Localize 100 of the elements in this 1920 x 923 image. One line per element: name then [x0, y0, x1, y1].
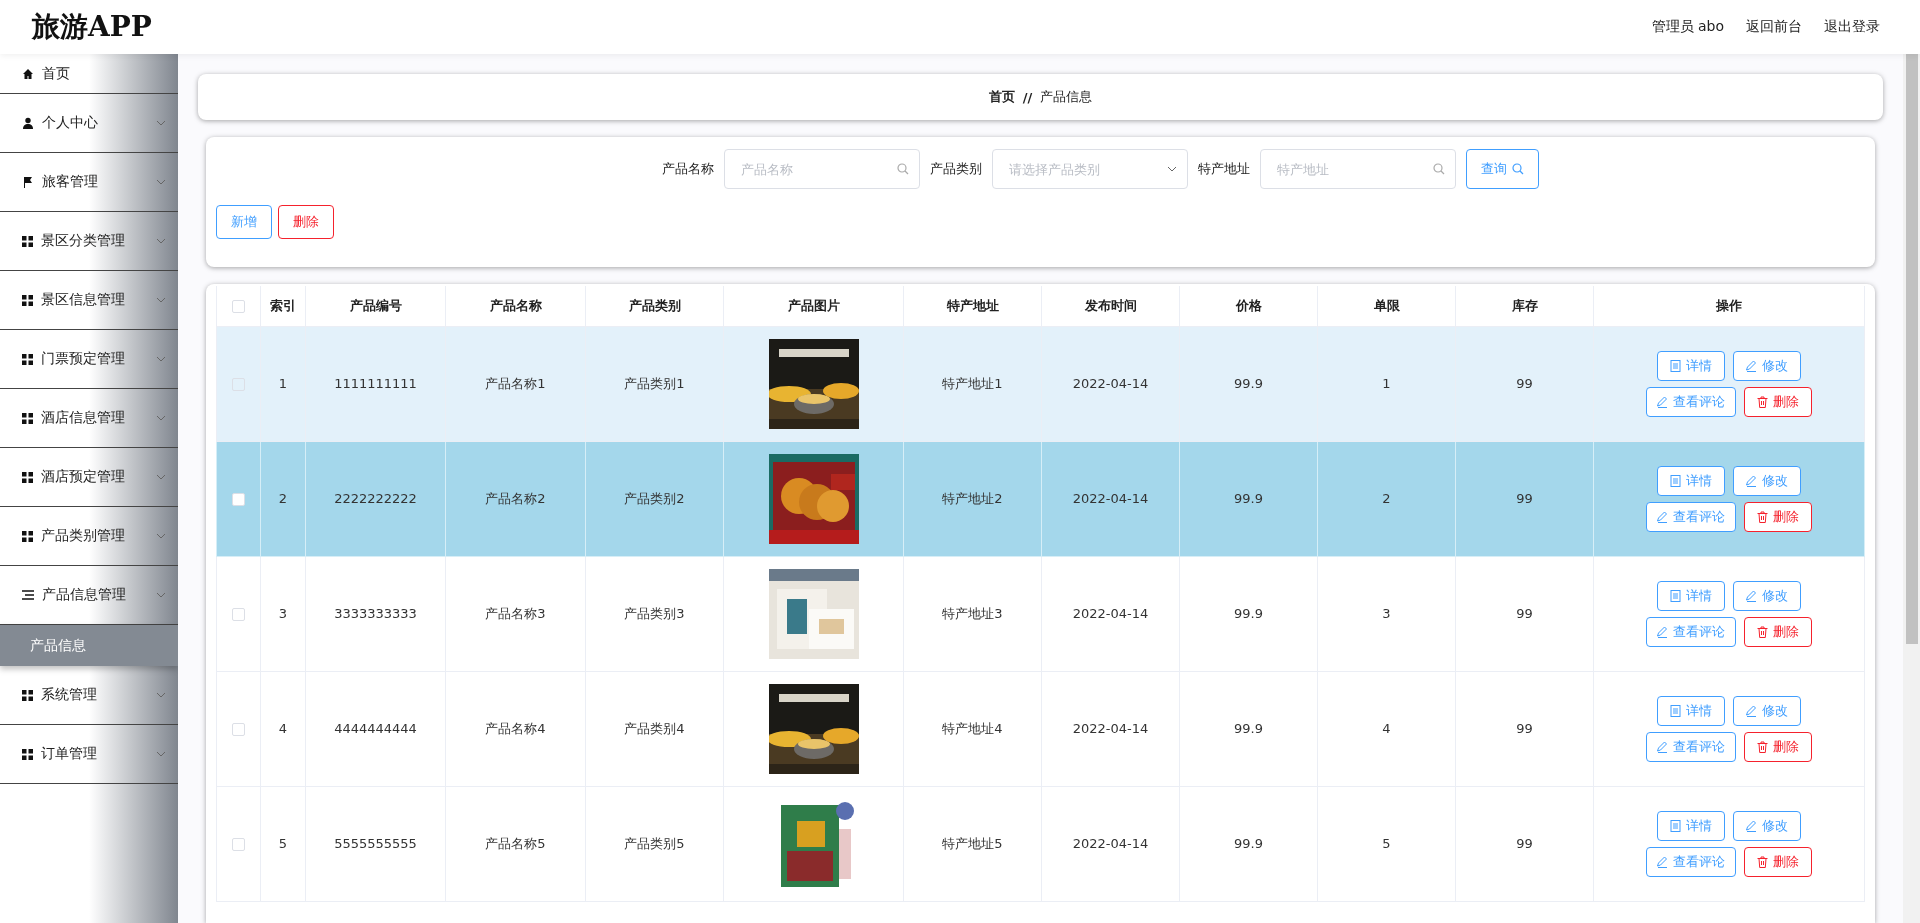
- breadcrumb-item[interactable]: 首页: [988, 88, 1015, 106]
- comments-button[interactable]: 查看评论: [1646, 501, 1736, 532]
- search-field[interactable]: 产品名称: [739, 160, 891, 178]
- category-select[interactable]: 请选择产品类别: [1007, 160, 1161, 178]
- table-cell: 产品名称3: [485, 605, 546, 621]
- document-icon: [1670, 704, 1681, 717]
- table-cell: 2022-04-14: [1072, 606, 1149, 621]
- list-icon: [22, 590, 34, 600]
- delete-button[interactable]: 删除: [1744, 386, 1812, 417]
- search-icon: [1433, 163, 1445, 175]
- checkbox[interactable]: [232, 608, 245, 621]
- details-button[interactable]: 详情: [1657, 695, 1725, 726]
- grid-icon: [22, 748, 33, 760]
- column-header: 发布时间: [1084, 297, 1137, 313]
- chevron-icon: [1167, 166, 1177, 172]
- delete-button[interactable]: 删除: [1744, 501, 1812, 532]
- delete-button[interactable]: 删除: [1744, 846, 1812, 877]
- table-cell: 99.9: [1234, 376, 1263, 391]
- table-row[interactable]: 2 2222222222 产品名称2 产品类别2 特产地址2 2022-04-14 99.9 2 99 详情 修改 查看评论 删除: [216, 441, 1865, 556]
- pencil-icon: [1746, 359, 1757, 372]
- edit-button[interactable]: 修改: [1733, 810, 1801, 841]
- table-cell: 1111111111: [334, 376, 417, 391]
- column-header: 产品名称: [489, 297, 542, 313]
- table-cell: 5: [278, 836, 288, 851]
- checkbox[interactable]: [232, 723, 245, 736]
- document-icon: [1670, 474, 1681, 487]
- sidebar-subitem[interactable]: 产品信息: [0, 625, 178, 666]
- column-header: 操作: [1716, 297, 1742, 313]
- table-row[interactable]: 5 5555555555 产品名称5 产品类别5 特产地址5 2022-04-14 99.9 5 99 详情 修改 查看评论 删除: [216, 786, 1865, 901]
- field-label: 产品类别: [930, 160, 982, 178]
- comments-button[interactable]: 查看评论: [1646, 846, 1736, 877]
- search-field[interactable]: 特产地址: [1260, 149, 1456, 189]
- comments-button[interactable]: 查看评论: [1646, 386, 1736, 417]
- header-link[interactable]: 退出登录: [1824, 18, 1880, 36]
- column-header: 价格: [1235, 297, 1262, 313]
- table-row[interactable]: 3 3333333333 产品名称3 产品类别3 特产地址3 2022-04-14 99.9 3 99 详情 修改 查看评论 删除: [216, 556, 1865, 671]
- breadcrumb-item[interactable]: 产品信息: [1040, 88, 1093, 106]
- table-cell: 产品类别4: [624, 720, 685, 736]
- details-button[interactable]: 详情: [1657, 350, 1725, 381]
- table-cell: 3: [278, 606, 288, 621]
- table-cell: 产品类别1: [624, 375, 685, 391]
- trash-icon: [1757, 740, 1768, 753]
- grid-icon: [22, 412, 33, 424]
- details-button[interactable]: 详情: [1657, 810, 1725, 841]
- table-cell: 3333333333: [334, 606, 417, 621]
- add-button[interactable]: 新增: [216, 205, 272, 239]
- search-field[interactable]: 产品名称: [724, 149, 920, 189]
- table-cell: 特产地址3: [942, 605, 1003, 621]
- details-button[interactable]: 详情: [1657, 580, 1725, 611]
- table-cell: 2: [278, 491, 288, 506]
- document-icon: [1670, 359, 1681, 372]
- edit-button[interactable]: 修改: [1733, 465, 1801, 496]
- edit-button[interactable]: 修改: [1733, 580, 1801, 611]
- edit-button[interactable]: 修改: [1733, 695, 1801, 726]
- document-icon: [1670, 819, 1681, 832]
- delete-button[interactable]: 删除: [278, 205, 334, 239]
- trash-icon: [1757, 510, 1768, 523]
- grid-icon: [22, 471, 33, 483]
- details-button[interactable]: 详情: [1657, 465, 1725, 496]
- table-cell: 特产地址2: [942, 490, 1003, 506]
- table-cell: 99.9: [1234, 721, 1263, 736]
- table-row[interactable]: 1 1111111111 产品名称1 产品类别1 特产地址1 2022-04-14 99.9 1 99 详情 修改 查看评论 删除: [216, 326, 1865, 441]
- checkbox[interactable]: [232, 838, 245, 851]
- table-cell: 5: [1382, 836, 1391, 851]
- pencil-icon: [1746, 474, 1757, 487]
- table-cell: 产品名称1: [485, 375, 546, 391]
- table-cell: 2022-04-14: [1072, 376, 1149, 391]
- table-cell: 产品类别5: [624, 835, 685, 851]
- trash-icon: [1757, 855, 1768, 868]
- pencil-icon: [1657, 395, 1668, 408]
- comments-button[interactable]: 查看评论: [1646, 616, 1736, 647]
- table-cell: 1: [278, 376, 288, 391]
- checkbox[interactable]: [232, 300, 245, 314]
- column-header: 特产地址: [946, 297, 999, 313]
- grid-icon: [22, 294, 33, 306]
- comments-button[interactable]: 查看评论: [1646, 731, 1736, 762]
- table-cell: 99: [1516, 606, 1533, 621]
- table-row[interactable]: 4 4444444444 产品名称4 产品类别4 特产地址4 2022-04-14 99.9 4 99 详情 修改 查看评论 删除: [216, 671, 1865, 786]
- column-header: 产品图片: [787, 297, 840, 313]
- query-button[interactable]: 查询: [1466, 149, 1539, 189]
- delete-button[interactable]: 删除: [1744, 616, 1812, 647]
- scrollbar[interactable]: [1903, 54, 1920, 923]
- pencil-icon: [1657, 510, 1668, 523]
- search-field[interactable]: 特产地址: [1275, 160, 1427, 178]
- table-cell: 3: [1382, 606, 1391, 621]
- category-select[interactable]: 请选择产品类别: [992, 149, 1188, 189]
- delete-button[interactable]: 删除: [1744, 731, 1812, 762]
- pencil-icon: [1746, 819, 1757, 832]
- checkbox[interactable]: [232, 493, 245, 506]
- trash-icon: [1757, 395, 1768, 408]
- table-cell: 2: [1382, 491, 1391, 506]
- field-label: 特产地址: [1198, 160, 1250, 178]
- edit-button[interactable]: 修改: [1733, 350, 1801, 381]
- pencil-icon: [1746, 704, 1757, 717]
- app-logo: 旅游APP: [32, 9, 152, 45]
- search-icon: [897, 163, 909, 175]
- column-header: 索引: [270, 297, 296, 313]
- header-link[interactable]: 返回前台: [1746, 18, 1802, 36]
- flag-icon: [22, 176, 34, 188]
- header-link[interactable]: 管理员 abo: [1651, 18, 1724, 36]
